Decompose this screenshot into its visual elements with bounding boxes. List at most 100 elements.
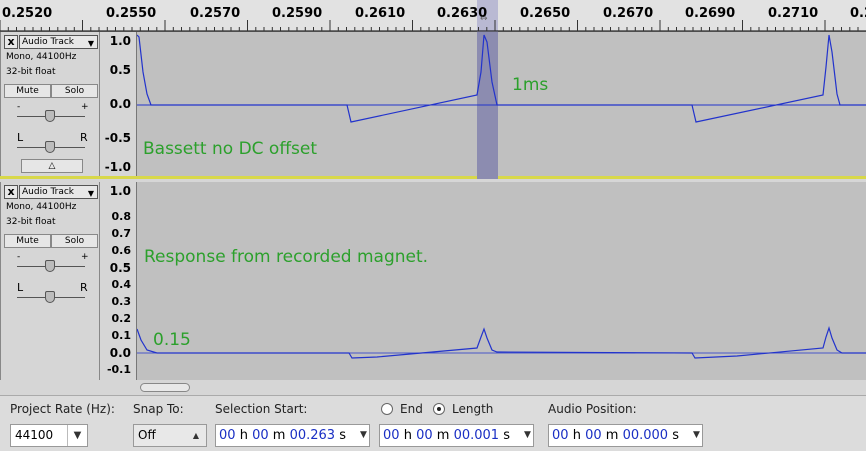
- spin-arrows-icon[interactable]: ▲: [186, 425, 206, 446]
- seconds-unit: s: [672, 428, 679, 443]
- gain-slider[interactable]: [17, 110, 85, 122]
- collapse-track-button[interactable]: △: [21, 159, 83, 173]
- dropdown-arrow-icon[interactable]: ▼: [360, 425, 369, 446]
- dropdown-arrow-icon[interactable]: ▼: [67, 425, 87, 446]
- audio-position-label: Audio Position:: [548, 402, 637, 416]
- hours-value: 00: [383, 428, 400, 443]
- annotation-label[interactable]: 1ms: [512, 75, 548, 95]
- pan-slider[interactable]: [17, 291, 85, 303]
- track-control-panel: x Audio Track ▼ Mono, 44100Hz 32-bit flo…: [0, 32, 100, 176]
- selection-start-time[interactable]: 00 h 00 m 00.263 s ▼: [215, 424, 370, 447]
- waveform-area[interactable]: Bassett no DC offset 1ms: [137, 32, 866, 179]
- selection-toolbar: Project Rate (Hz): 44100 ▼ Snap To: Off …: [0, 395, 866, 451]
- length-radio-label: Length: [452, 402, 494, 416]
- audio-position-time[interactable]: 00 h 00 m 00.000 s ▼: [548, 424, 703, 447]
- audio-track-2[interactable]: x Audio Track ▼ Mono, 44100Hz 32-bit flo…: [0, 182, 866, 380]
- solo-button[interactable]: Solo: [51, 84, 98, 98]
- minutes-unit: m: [605, 428, 619, 443]
- track-name-label: Audio Track: [22, 187, 74, 197]
- seconds-value: 00.263: [289, 428, 336, 443]
- length-radio[interactable]: [433, 403, 445, 415]
- scale-label: -0.5: [104, 131, 131, 145]
- dropdown-arrow-icon[interactable]: ▼: [524, 425, 533, 446]
- track-name-menu[interactable]: Audio Track ▼: [19, 35, 98, 49]
- track-bit-depth: 32-bit float: [6, 67, 56, 77]
- dropdown-arrow-icon: ▼: [87, 39, 94, 48]
- minutes-value: 00: [585, 428, 602, 443]
- ruler-tick-label: 0.2520: [2, 6, 53, 21]
- scale-label: 1.0: [109, 34, 131, 48]
- pan-slider-thumb[interactable]: [45, 141, 55, 153]
- track-format: Mono, 44100Hz: [6, 202, 77, 212]
- horizontal-scrollbar[interactable]: [137, 380, 866, 395]
- ruler-tick-label: 0.2670: [603, 6, 654, 21]
- scrollbar-thumb[interactable]: [140, 383, 190, 392]
- scale-label: 0.0: [109, 97, 131, 111]
- scale-label: 0.6: [111, 244, 132, 257]
- scale-label: 0.8: [111, 210, 132, 223]
- vertical-amplitude-ruler: 1.0 0.5 0.0 -0.5 -1.0: [100, 32, 137, 176]
- seconds-value: 00.001: [453, 428, 500, 443]
- scale-label: 0.2: [111, 312, 132, 325]
- hours-unit: h: [239, 428, 248, 443]
- seconds-unit: s: [503, 428, 510, 443]
- hours-unit: h: [572, 428, 581, 443]
- end-radio[interactable]: [381, 403, 393, 415]
- dropdown-arrow-icon[interactable]: ▼: [693, 425, 702, 446]
- snap-to-label: Snap To:: [133, 402, 184, 416]
- seconds-value: 00.000: [622, 428, 669, 443]
- scale-label: 0.5: [109, 261, 131, 275]
- ruler-tick-label: 0.2690: [685, 6, 736, 21]
- track-name-menu[interactable]: Audio Track ▼: [19, 185, 98, 199]
- audio-track-1[interactable]: x Audio Track ▼ Mono, 44100Hz 32-bit flo…: [0, 32, 866, 179]
- project-rate-select[interactable]: 44100 ▼: [10, 424, 88, 447]
- annotation-label[interactable]: 0.15: [153, 330, 191, 350]
- ruler-tick-label: 0.2590: [272, 6, 323, 21]
- dropdown-arrow-icon: ▼: [87, 189, 94, 198]
- waveform-area[interactable]: Response from recorded magnet. 0.15: [137, 182, 866, 380]
- close-track-button[interactable]: x: [4, 185, 18, 199]
- scale-label: 0.5: [109, 63, 131, 77]
- close-track-button[interactable]: x: [4, 35, 18, 49]
- scale-label: -0.1: [106, 363, 131, 376]
- track-control-panel: x Audio Track ▼ Mono, 44100Hz 32-bit flo…: [0, 182, 100, 380]
- snap-to-value: Off: [138, 428, 156, 442]
- timeline-ruler[interactable]: 0.2520 0.2550 0.2570 0.2590 0.2610 0.263…: [0, 0, 866, 32]
- scale-label: -1.0: [104, 160, 131, 174]
- ruler-tick-label: 0.2550: [106, 6, 157, 21]
- track-format: Mono, 44100Hz: [6, 52, 77, 62]
- gain-slider[interactable]: [17, 260, 85, 272]
- track-label[interactable]: Response from recorded magnet.: [144, 247, 428, 267]
- ruler-tick-label: 0.2570: [190, 6, 241, 21]
- minutes-value: 00: [252, 428, 269, 443]
- pan-slider[interactable]: [17, 141, 85, 153]
- gain-slider-thumb[interactable]: [45, 260, 55, 272]
- minutes-unit: m: [272, 428, 286, 443]
- minutes-unit: m: [436, 428, 450, 443]
- minutes-value: 00: [416, 428, 433, 443]
- ruler-tick-label: 0.2650: [520, 6, 571, 21]
- track-label[interactable]: Bassett no DC offset: [143, 139, 317, 159]
- selection-length-time[interactable]: 00 h 00 m 00.001 s ▼: [379, 424, 534, 447]
- scale-label: 0.7: [111, 227, 132, 240]
- end-radio-label: End: [400, 402, 423, 416]
- snap-to-select[interactable]: Off ▲: [133, 424, 207, 447]
- ruler-tick-label: 0.2: [850, 6, 866, 21]
- mute-button[interactable]: Mute: [4, 84, 51, 98]
- selection-start-label: Selection Start:: [215, 402, 308, 416]
- track-bit-depth: 32-bit float: [6, 217, 56, 227]
- scale-label: 0.0: [109, 346, 131, 360]
- vertical-amplitude-ruler: 1.0 0.8 0.7 0.6 0.5 0.4 0.3 0.2 0.1 0.0 …: [100, 182, 137, 380]
- gain-slider-thumb[interactable]: [45, 110, 55, 122]
- track-name-label: Audio Track: [22, 37, 74, 47]
- ruler-tick-label: 0.2710: [768, 6, 819, 21]
- project-rate-label: Project Rate (Hz):: [10, 402, 115, 416]
- pan-slider-thumb[interactable]: [45, 291, 55, 303]
- mute-button[interactable]: Mute: [4, 234, 51, 248]
- scale-label: 0.4: [111, 278, 132, 291]
- selection-drag-handle-icon[interactable]: ↔: [480, 14, 488, 24]
- scale-label: 0.3: [111, 295, 132, 308]
- solo-button[interactable]: Solo: [51, 234, 98, 248]
- hours-value: 00: [219, 428, 236, 443]
- waveform-track-2: [137, 326, 866, 359]
